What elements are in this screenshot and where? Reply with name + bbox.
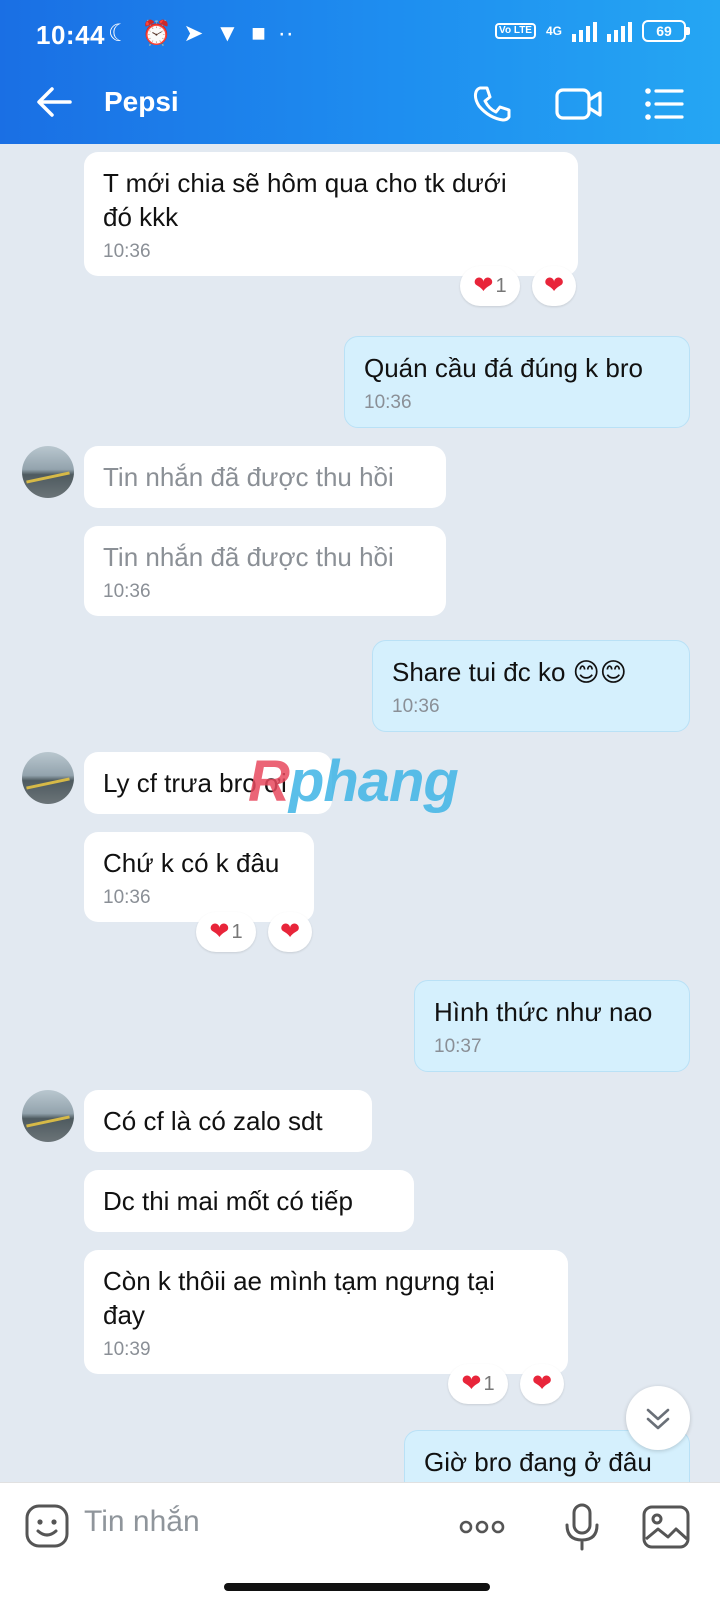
status-notification-icons: ☾ ⏰ ➤ ▼ ■ ·· <box>108 20 294 48</box>
watermark-logo: Rphang <box>248 749 459 814</box>
message-text: Dc thi mai mốt có tiếp <box>103 1186 353 1216</box>
received-message[interactable]: Có cf là có zalo sdt <box>84 1090 372 1152</box>
react-button[interactable]: ❤ <box>532 266 576 306</box>
received-message[interactable]: T mới chia sẽ hôm qua cho tk dưới đó kkk… <box>84 152 578 276</box>
menu-list-icon[interactable] <box>638 78 690 130</box>
recalled-message[interactable]: Tin nhắn đã được thu hồi <box>84 446 446 508</box>
phone-icon[interactable] <box>466 78 518 130</box>
message-time: 10:36 <box>392 696 440 717</box>
message-time: 10:36 <box>103 887 151 908</box>
received-message[interactable]: Chứ k có k đâu 10:36 <box>84 832 314 922</box>
home-indicator[interactable] <box>224 1583 490 1591</box>
contact-avatar[interactable] <box>22 1090 74 1142</box>
microphone-icon[interactable] <box>556 1501 608 1553</box>
message-text: Tin nhắn đã được thu hồi <box>103 542 394 572</box>
volte-badge: Vo LTE <box>495 23 536 39</box>
chat-header: Pepsi <box>0 64 720 144</box>
heart-icon: ❤ <box>543 272 565 299</box>
top-bar: 10:44 ☾ ⏰ ➤ ▼ ■ ·· Vo LTE 4G 69 Pepsi <box>0 0 720 144</box>
telegram-icon: ➤ <box>183 20 204 47</box>
contact-avatar[interactable] <box>22 446 74 498</box>
received-message[interactable]: Còn k thôii ae mình tạm ngưng tại đay 10… <box>84 1250 568 1374</box>
message-text: Giờ bro đang ở đâu <box>424 1447 652 1477</box>
scroll-to-bottom-button[interactable] <box>626 1386 690 1450</box>
reaction-count: 1 <box>231 920 243 943</box>
status-bar: 10:44 ☾ ⏰ ➤ ▼ ■ ·· Vo LTE 4G 69 <box>0 0 720 64</box>
sent-message[interactable]: Share tui đc ko 😊😊 10:36 <box>372 640 690 732</box>
status-time: 10:44 <box>36 20 105 50</box>
message-text: Share tui đc ko 😊😊 <box>392 657 627 687</box>
contact-name[interactable]: Pepsi <box>104 86 179 118</box>
message-text: Hình thức như nao <box>434 997 653 1027</box>
message-input[interactable]: Tin nhắn <box>84 1505 200 1539</box>
heart-icon: ❤ <box>461 1370 482 1397</box>
vpn-icon: ▼ <box>215 20 240 47</box>
more-options-icon[interactable] <box>456 1501 508 1553</box>
message-text: T mới chia sẽ hôm qua cho tk dưới đó kkk <box>103 168 507 232</box>
react-button[interactable]: ❤ <box>268 912 312 952</box>
heart-icon: ❤ <box>531 1370 553 1397</box>
chevron-down-icon <box>646 1408 670 1430</box>
reaction-count: 1 <box>483 1372 495 1395</box>
signal-icon-2 <box>607 20 632 42</box>
react-button[interactable]: ❤ <box>520 1364 564 1404</box>
back-arrow-icon[interactable] <box>30 78 78 126</box>
recalled-message[interactable]: Tin nhắn đã được thu hồi 10:36 <box>84 526 446 616</box>
reaction-summary[interactable]: ❤ 1 <box>460 266 520 306</box>
message-time: 10:37 <box>434 1036 482 1057</box>
message-text: Quán cầu đá đúng k bro <box>364 353 643 383</box>
sent-message[interactable]: Quán cầu đá đúng k bro 10:36 <box>344 336 690 428</box>
reaction-count: 1 <box>495 274 507 297</box>
gallery-notification-icon: ■ <box>251 20 266 47</box>
battery-icon: 69 <box>642 20 690 42</box>
message-time: 10:36 <box>103 581 151 602</box>
video-call-icon[interactable] <box>552 78 604 130</box>
contact-avatar[interactable] <box>22 752 74 804</box>
status-right: Vo LTE 4G 69 <box>495 20 690 42</box>
message-text: Có cf là có zalo sdt <box>103 1106 323 1136</box>
received-message[interactable]: Dc thi mai mốt có tiếp <box>84 1170 414 1232</box>
reaction-summary[interactable]: ❤ 1 <box>196 912 256 952</box>
moon-icon: ☾ <box>108 20 130 47</box>
heart-icon: ❤ <box>209 918 230 945</box>
sticker-emoji-icon[interactable] <box>24 1503 70 1549</box>
sent-message[interactable]: Hình thức như nao 10:37 <box>414 980 690 1072</box>
more-notifications-icon: ·· <box>277 20 294 47</box>
network-type: 4G <box>545 24 562 38</box>
message-time: 10:36 <box>103 241 151 262</box>
heart-icon: ❤ <box>473 272 494 299</box>
image-gallery-icon[interactable] <box>640 1501 692 1553</box>
heart-icon: ❤ <box>279 918 301 945</box>
reaction-summary[interactable]: ❤ 1 <box>448 1364 508 1404</box>
message-text: Còn k thôii ae mình tạm ngưng tại đay <box>103 1266 495 1330</box>
message-text: Chứ k có k đâu <box>103 848 280 878</box>
signal-icon <box>572 20 597 42</box>
message-time: 10:39 <box>103 1339 151 1360</box>
message-time: 10:36 <box>364 392 412 413</box>
alarm-icon: ⏰ <box>141 20 172 47</box>
composer-bar: Tin nhắn <box>0 1482 720 1600</box>
message-text: Tin nhắn đã được thu hồi <box>103 462 394 492</box>
